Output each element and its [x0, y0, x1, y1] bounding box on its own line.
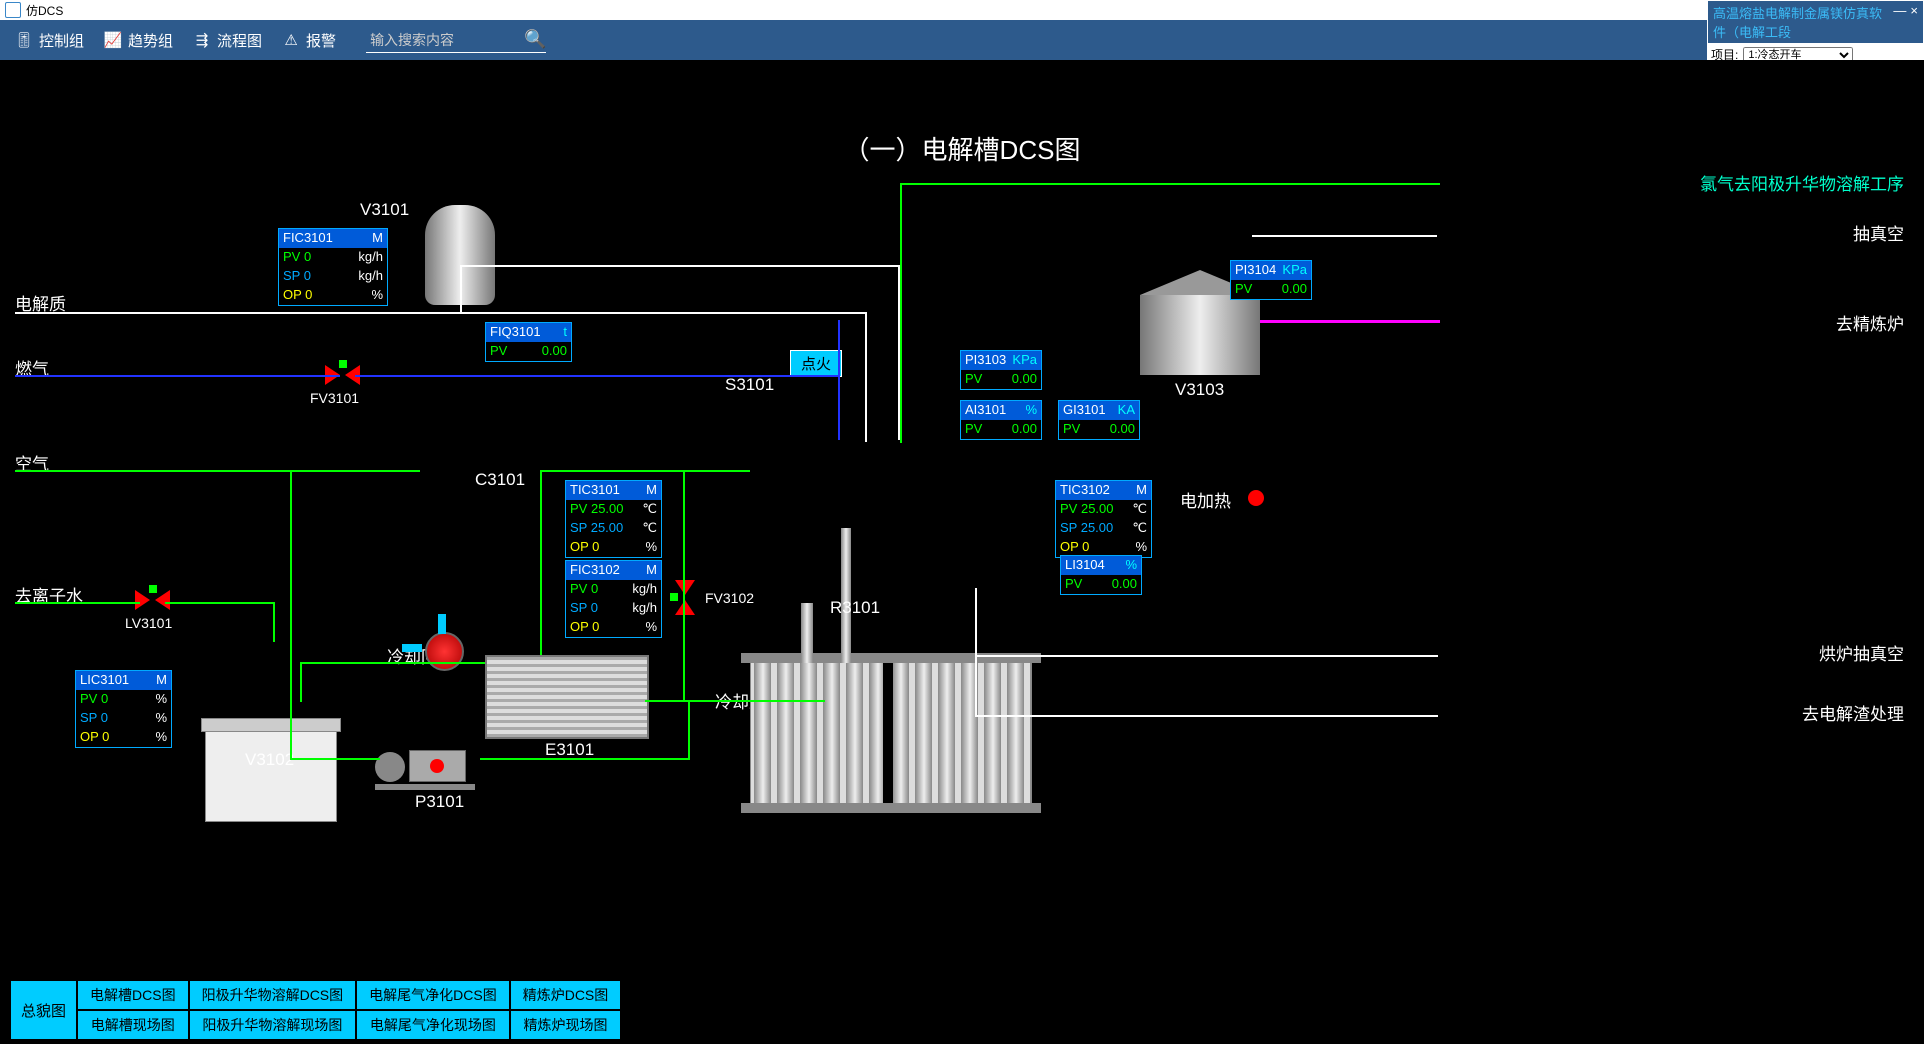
nav-cell-0[interactable]: 电解槽DCS图	[77, 980, 189, 1010]
valve-fv3102[interactable]	[670, 580, 700, 620]
pipe	[683, 470, 685, 700]
page-title: （一）电解槽DCS图	[844, 130, 1081, 167]
exchanger-e3101[interactable]	[485, 655, 649, 739]
pipe	[540, 470, 542, 655]
nav-cell-2[interactable]: 电解尾气净化DCS图	[356, 980, 510, 1010]
minimize-icon[interactable]: —	[1893, 3, 1906, 41]
pipe-cl2	[900, 183, 1440, 185]
tag-tic3102[interactable]: TIC3102M PV 25.00℃ SP 25.00℃ OP 0%	[1055, 480, 1152, 558]
pipe	[975, 655, 1438, 657]
flow-icon: ⇶	[193, 31, 211, 49]
pipe	[290, 758, 380, 760]
nav-cell-4[interactable]: 电解槽现场图	[77, 1010, 189, 1040]
nav-overview[interactable]: 总貌图	[10, 980, 77, 1040]
tag-tic3101[interactable]: TIC3101M PV 25.00℃ SP 25.00℃ OP 0%	[565, 480, 662, 558]
tag-fic3102[interactable]: FIC3102M PV 0kg/h SP 0kg/h OP 0%	[565, 560, 662, 638]
tank-v3102[interactable]	[205, 725, 337, 822]
activity-icon: 📈	[104, 31, 122, 49]
pipe	[975, 588, 977, 716]
close-icon[interactable]: ×	[1910, 3, 1918, 41]
alarm-icon: ⚠	[282, 31, 300, 49]
search-icon[interactable]: 🔍	[524, 29, 546, 50]
search-input[interactable]	[366, 28, 524, 52]
pipe	[540, 470, 750, 472]
label-v3101: V3101	[360, 200, 409, 220]
search-box: 🔍	[366, 28, 546, 53]
label-refine: 去精炼炉	[1836, 310, 1904, 335]
side-panel-title: 高温熔盐电解制金属镁仿真软件（电解工段 — ×	[1708, 1, 1923, 43]
ignite-button[interactable]: 点火	[790, 350, 842, 377]
label-lv3101: LV3101	[125, 615, 172, 631]
pipe-cl2	[900, 183, 902, 443]
label-cl2-out: 氯气去阳极升华物溶解工序	[1700, 170, 1904, 195]
app-icon	[5, 2, 21, 18]
label-furnace-vac: 烘炉抽真空	[1819, 640, 1904, 665]
tag-pi3104[interactable]: PI3104KPa PV0.00	[1230, 260, 1312, 300]
label-s3101: S3101	[725, 375, 774, 395]
label-c3101: C3101	[475, 470, 525, 490]
pipe-cool	[300, 662, 302, 702]
label-vacuum: 抽真空	[1853, 220, 1904, 245]
tag-fiq3101[interactable]: FIQ3101t PV0.00	[485, 322, 572, 362]
pipe-refine	[1260, 320, 1440, 323]
label-v3102: V3102	[245, 750, 294, 770]
alarm-button[interactable]: ⚠报警	[282, 30, 336, 51]
tag-lic3101[interactable]: LIC3101M PV 0% SP 0% OP 0%	[75, 670, 172, 748]
tag-fic3101[interactable]: FIC3101M PV 0kg/h SP 0kg/h OP 0%	[278, 228, 388, 306]
pipe	[975, 715, 1438, 717]
flowchart-button[interactable]: ⇶流程图	[193, 30, 262, 51]
nav-cell-6[interactable]: 电解尾气净化现场图	[356, 1010, 510, 1040]
pipe-water	[273, 602, 275, 642]
pipe-cool	[300, 662, 485, 664]
pipe	[460, 267, 462, 314]
tag-pi3103[interactable]: PI3103KPa PV0.00	[960, 350, 1042, 390]
pipe-water	[15, 602, 140, 604]
pipe-cool	[645, 700, 825, 702]
pipe-air	[15, 470, 420, 472]
tag-li3104[interactable]: LI3104% PV0.00	[1060, 555, 1142, 595]
label-r3101: R3101	[830, 598, 880, 618]
top-toolbar: 🎚控制组 📈趋势组 ⇶流程图 ⚠报警 🔍	[0, 20, 1924, 60]
control-group-button[interactable]: 🎚控制组	[15, 30, 84, 51]
pipe-gas	[15, 375, 340, 377]
nav-cell-7[interactable]: 精炼炉现场图	[510, 1010, 622, 1040]
diagram-canvas: （一）电解槽DCS图 电解质 燃气 空气 去离子水 冷却回水 冷却上水 电加热 …	[0, 60, 1924, 1040]
window-titlebar: 仿DCS	[0, 0, 1924, 20]
reactor-r3101[interactable]	[750, 662, 1032, 804]
sliders-icon: 🎚	[15, 31, 33, 49]
pipe	[460, 265, 900, 267]
label-slag: 去电解渣处理	[1802, 700, 1904, 725]
pipe	[688, 700, 690, 760]
vessel-v3103[interactable]	[1140, 295, 1260, 375]
label-p3101: P3101	[415, 792, 464, 812]
tag-gi3101[interactable]: GI3101KA PV0.00	[1058, 400, 1140, 440]
pipe-vac	[1252, 235, 1437, 237]
label-fv3102: FV3102	[705, 590, 754, 606]
pipe-gas	[838, 320, 840, 440]
compressor-c3101[interactable]	[420, 632, 470, 672]
pipe-water	[165, 602, 275, 604]
trend-group-button[interactable]: 📈趋势组	[104, 30, 173, 51]
label-fv3101: FV3101	[310, 390, 359, 406]
pipe-gas	[355, 375, 840, 377]
pipe	[865, 312, 867, 442]
pump-p3101[interactable]	[375, 750, 475, 790]
nav-cell-1[interactable]: 阳极升华物溶解DCS图	[189, 980, 357, 1010]
heater-indicator	[1248, 490, 1264, 506]
bottom-nav: 总貌图 电解槽DCS图 阳极升华物溶解DCS图 电解尾气净化DCS图 精炼炉DC…	[10, 980, 621, 1040]
nav-cell-5[interactable]: 阳极升华物溶解现场图	[189, 1010, 357, 1040]
window-title: 仿DCS	[26, 2, 63, 19]
label-e3101: E3101	[545, 740, 594, 760]
pipe	[290, 470, 292, 760]
tag-ai3101[interactable]: AI3101% PV0.00	[960, 400, 1042, 440]
label-eheat: 电加热	[1180, 487, 1231, 512]
pipe	[480, 758, 690, 760]
label-v3103: V3103	[1175, 380, 1224, 400]
pipe	[15, 312, 865, 314]
nav-cell-3[interactable]: 精炼炉DCS图	[510, 980, 622, 1010]
